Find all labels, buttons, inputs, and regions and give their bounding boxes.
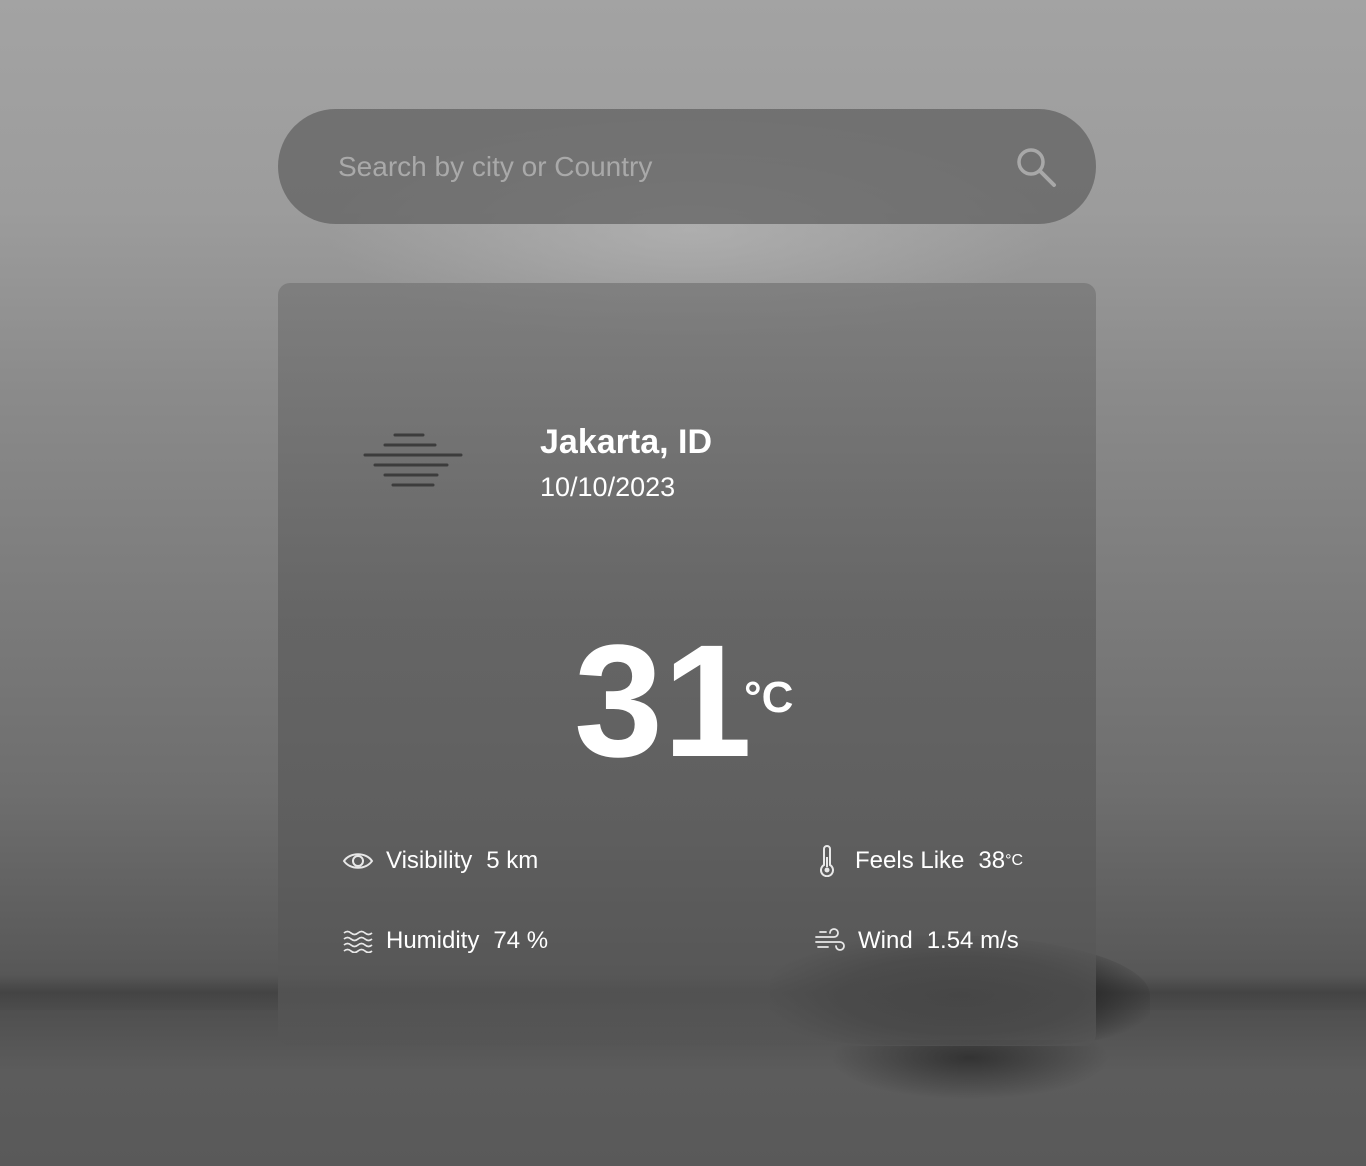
humidity-detail: Humidity 74 % — [342, 925, 548, 957]
background-ship-reflection — [830, 1040, 1110, 1100]
weather-card: Jakarta, ID 10/10/2023 31 °C Visibility … — [278, 283, 1096, 1046]
wind-icon — [814, 925, 846, 957]
visibility-label: Visibility — [386, 847, 473, 874]
visibility-detail: Visibility 5 km — [342, 845, 538, 877]
temperature-value: 31 — [574, 611, 752, 790]
search-input[interactable] — [336, 149, 1012, 184]
thermometer-icon — [811, 845, 843, 877]
wind-label: Wind — [858, 927, 913, 954]
visibility-value: 5 km — [486, 847, 539, 874]
wind-detail: Wind 1.54 m/s — [814, 925, 1019, 957]
haze-icon — [363, 433, 463, 487]
feels-like-detail: Feels Like 38 °C — [811, 845, 1023, 877]
search-button[interactable] — [1012, 143, 1060, 191]
search-icon — [1017, 147, 1056, 187]
temperature-unit: °C — [744, 673, 794, 722]
wind-value: 1.54 m/s — [926, 927, 1019, 954]
feels-like-label: Feels Like — [855, 847, 965, 874]
humidity-label: Humidity — [386, 927, 480, 954]
feels-like-value: 38 — [978, 847, 1006, 874]
humidity-value: 74 % — [493, 927, 549, 954]
current-date: 10/10/2023 — [540, 472, 676, 502]
search-bar — [278, 109, 1096, 224]
humidity-waves-icon — [342, 925, 374, 957]
feels-like-unit: °C — [1005, 852, 1024, 869]
eye-icon — [342, 845, 374, 877]
location-name: Jakarta, ID — [540, 423, 712, 461]
